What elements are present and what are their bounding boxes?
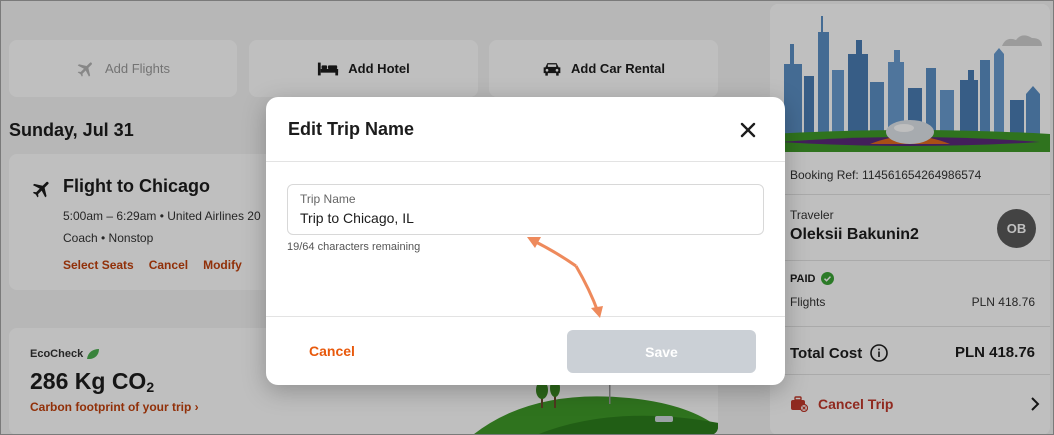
cancel-button[interactable]: Cancel bbox=[309, 343, 355, 359]
dialog-footer-divider bbox=[266, 316, 785, 317]
save-button[interactable]: Save bbox=[567, 330, 756, 373]
characters-remaining: 19/64 characters remaining bbox=[287, 241, 421, 253]
trip-name-field[interactable]: Trip Name bbox=[287, 184, 764, 235]
dialog-header-divider bbox=[266, 161, 785, 162]
trip-name-label: Trip Name bbox=[300, 192, 356, 206]
close-icon[interactable] bbox=[736, 118, 760, 142]
dialog-title: Edit Trip Name bbox=[288, 119, 415, 139]
trip-name-input[interactable] bbox=[300, 210, 740, 226]
edit-trip-name-dialog: Edit Trip Name Trip Name 19/64 character… bbox=[266, 97, 785, 385]
